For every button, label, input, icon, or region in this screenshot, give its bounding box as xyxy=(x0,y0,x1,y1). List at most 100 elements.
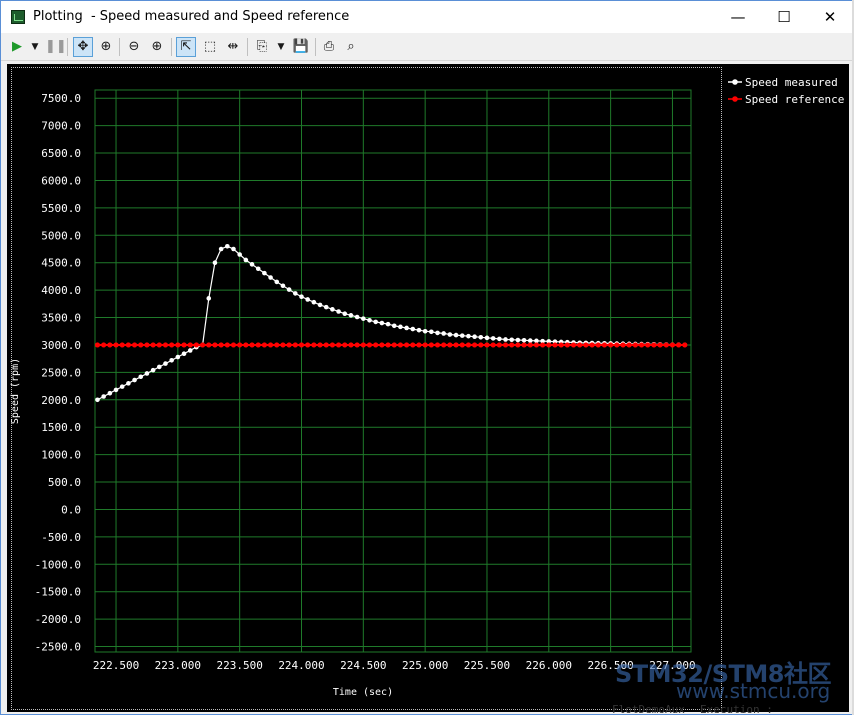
y-tick-label: -1500.0 xyxy=(35,586,81,599)
x-axis-label: Time (sec) xyxy=(333,687,393,698)
y-tick-label: 4000.0 xyxy=(41,284,81,297)
cursor-marker-icon[interactable]: ⇹ xyxy=(223,37,243,57)
print-icon[interactable]: ⎙ xyxy=(319,37,339,57)
data-point-speed-measured xyxy=(311,299,317,305)
data-point-speed-measured xyxy=(484,335,490,341)
y-tick-label: -1000.0 xyxy=(35,558,81,571)
pan-icon[interactable]: ✥ xyxy=(73,37,93,57)
y-tick-label: 6500.0 xyxy=(41,147,81,160)
data-point-speed-measured xyxy=(447,332,453,337)
toolbar-separator xyxy=(171,38,172,56)
dropdown-arrow-icon[interactable]: ▼ xyxy=(25,37,45,57)
data-point-speed-reference xyxy=(101,342,107,348)
data-point-speed-measured xyxy=(466,333,471,339)
data-point-speed-reference xyxy=(150,342,156,348)
data-point-speed-measured xyxy=(262,270,267,276)
data-point-speed-measured xyxy=(416,327,422,333)
data-point-speed-reference xyxy=(645,342,651,348)
data-point-speed-reference xyxy=(317,342,323,348)
data-point-speed-reference xyxy=(441,342,447,348)
data-point-speed-reference xyxy=(162,342,169,348)
plot-area[interactable]: 222.500 223.000 223.500 224.000 224.500 225.0… xyxy=(7,64,849,712)
watermark-url: www.stmcu.org xyxy=(676,679,831,703)
data-point-speed-reference xyxy=(490,342,496,348)
data-point-speed-measured xyxy=(126,381,131,386)
speed-chart[interactable]: 222.500 223.000 223.500 224.000 224.500 225.0… xyxy=(7,64,849,712)
zoom-in-icon[interactable]: ⊕ xyxy=(147,37,167,57)
data-point-speed-measured xyxy=(286,287,292,292)
data-point-speed-reference xyxy=(255,342,261,348)
select-pointer-icon[interactable]: ⇱ xyxy=(176,37,196,57)
data-point-speed-measured xyxy=(422,328,428,334)
zoom-out-icon[interactable]: ⊖ xyxy=(124,37,144,57)
data-point-speed-reference xyxy=(391,342,397,348)
data-point-speed-measured xyxy=(132,377,137,383)
data-point-speed-measured xyxy=(385,321,391,327)
plot-toolbar: ▶ ▼ ❚❚ ✥ ⊕ ⊖ ⊕ ⇱ ⬚ ⇹ ⎘ ▼ 💾 ⎙ ⌕ xyxy=(1,34,853,61)
data-point-speed-reference xyxy=(682,342,688,348)
data-point-speed-measured xyxy=(280,283,286,289)
save-icon[interactable]: 💾 xyxy=(291,37,311,57)
data-point-speed-measured xyxy=(187,348,193,353)
data-point-speed-reference xyxy=(274,342,280,348)
data-point-speed-reference xyxy=(237,342,243,348)
data-point-speed-measured xyxy=(237,252,242,257)
maximize-button[interactable]: ☐ xyxy=(761,1,807,33)
data-point-speed-measured xyxy=(354,314,360,320)
data-point-speed-measured xyxy=(206,296,212,301)
copy-icon[interactable]: ⎘ xyxy=(252,37,272,57)
data-point-speed-reference xyxy=(113,342,119,348)
data-point-speed-measured xyxy=(95,397,100,403)
y-tick-label: 0.0 xyxy=(61,503,81,516)
close-button[interactable]: ✕ xyxy=(807,1,853,33)
rect-select-icon[interactable]: ⬚ xyxy=(200,37,220,57)
data-point-speed-reference xyxy=(595,342,601,348)
data-point-speed-measured xyxy=(268,275,273,280)
data-point-speed-reference xyxy=(144,342,150,348)
data-point-speed-measured xyxy=(478,334,484,340)
data-point-speed-reference xyxy=(540,342,546,348)
data-point-speed-measured xyxy=(101,394,106,399)
title-bar[interactable]: Plotting - Speed measured and Speed refe… xyxy=(1,1,853,33)
dropdown-arrow-icon[interactable]: ▼ xyxy=(271,37,291,57)
data-point-speed-reference xyxy=(230,342,237,348)
zoom-fit-icon[interactable]: ⊕ xyxy=(96,37,116,57)
print-preview-icon[interactable]: ⌕ xyxy=(341,37,361,57)
data-point-speed-reference xyxy=(570,342,577,348)
data-point-speed-measured xyxy=(323,304,329,310)
data-point-speed-reference xyxy=(224,342,230,348)
y-tick-label: 7000.0 xyxy=(41,120,81,133)
data-point-speed-reference xyxy=(267,342,274,348)
data-point-speed-reference xyxy=(638,342,645,348)
data-point-speed-reference xyxy=(292,342,298,348)
data-point-speed-reference xyxy=(354,342,360,348)
data-point-speed-reference xyxy=(94,342,101,348)
data-point-speed-reference xyxy=(410,342,416,348)
y-tick-label: -2500.0 xyxy=(35,641,81,654)
minimize-button[interactable]: — xyxy=(715,1,761,33)
data-point-speed-measured xyxy=(348,313,354,318)
y-tick-label: -2000.0 xyxy=(35,613,81,626)
data-point-speed-measured xyxy=(231,246,236,252)
data-point-speed-reference xyxy=(175,342,181,348)
data-point-speed-reference xyxy=(447,342,453,348)
data-point-speed-reference xyxy=(663,342,669,348)
data-point-speed-measured xyxy=(138,374,144,380)
data-point-speed-reference xyxy=(484,342,490,348)
data-point-speed-measured xyxy=(336,309,341,314)
data-point-speed-measured xyxy=(509,337,515,343)
x-tick-label: 224.000 xyxy=(278,659,324,672)
toolbar-separator xyxy=(67,38,68,56)
data-point-speed-reference xyxy=(626,342,632,348)
data-point-speed-reference xyxy=(651,342,657,348)
pause-icon[interactable]: ❚❚ xyxy=(45,37,67,57)
y-tick-label: 5500.0 xyxy=(41,202,81,215)
data-point-speed-reference xyxy=(632,342,638,348)
data-point-speed-reference xyxy=(676,342,682,348)
data-point-speed-measured xyxy=(218,246,224,252)
data-point-speed-measured xyxy=(497,336,502,342)
data-point-speed-reference xyxy=(657,342,663,348)
data-point-speed-measured xyxy=(527,338,533,343)
data-point-speed-measured xyxy=(119,384,125,389)
play-icon[interactable]: ▶ xyxy=(7,37,27,57)
